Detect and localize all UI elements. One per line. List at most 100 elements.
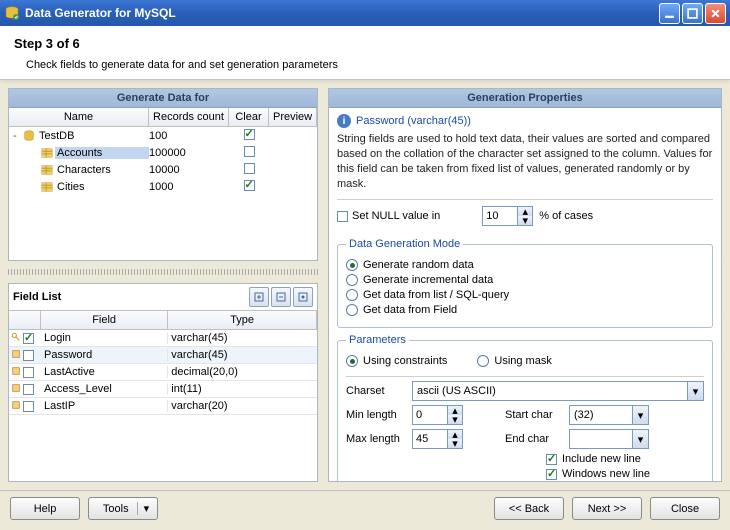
field-checkbox[interactable] (23, 333, 34, 344)
titlebar: Data Generator for MySQL (0, 0, 730, 26)
field-name: Password (41, 349, 168, 361)
tree-row[interactable]: - TestDB100 (9, 127, 317, 144)
col-name[interactable]: Name (9, 108, 149, 126)
maxlen-label: Max length (346, 433, 406, 445)
maxlen-spinner[interactable]: ▴▾ (412, 429, 463, 449)
col-clear[interactable]: Clear (229, 108, 269, 126)
mode-label: Generate incremental data (363, 274, 493, 286)
mode-label: Get data from Field (363, 304, 457, 316)
dropdown-icon: ▾ (687, 382, 703, 400)
help-button[interactable]: Help (10, 497, 80, 520)
tree-row[interactable]: Accounts100000 (9, 144, 317, 161)
clear-checkbox[interactable] (244, 129, 255, 140)
field-row[interactable]: Loginvarchar(45) (9, 330, 317, 347)
tree-records[interactable]: 10000 (149, 164, 229, 176)
null-percent-spinner[interactable]: ▴▾ (482, 206, 533, 226)
button-bar: Help Tools▾ << Back Next >> Close (0, 490, 730, 526)
field-checkbox[interactable] (23, 384, 34, 395)
minimize-button[interactable] (659, 3, 680, 24)
minlen-input[interactable] (413, 407, 447, 423)
tree-row[interactable]: Cities1000 (9, 178, 317, 195)
splitter[interactable] (8, 269, 318, 275)
field-tool-1[interactable] (249, 287, 269, 307)
field-row[interactable]: Access_Levelint(11) (9, 381, 317, 398)
step-banner: Step 3 of 6 Check fields to generate dat… (0, 26, 730, 80)
expand-icon[interactable]: - (9, 130, 21, 142)
field-name: LastIP (41, 400, 168, 412)
clear-checkbox[interactable] (244, 163, 255, 174)
param-mode-label: Using mask (494, 355, 551, 367)
clear-checkbox[interactable] (244, 180, 255, 191)
close-button[interactable] (705, 3, 726, 24)
col-field[interactable]: Field (41, 311, 168, 329)
window-title: Data Generator for MySQL (25, 6, 657, 20)
endchar-label: End char (505, 433, 563, 445)
mode-radio[interactable] (346, 259, 358, 271)
startchar-select[interactable]: (32) ▾ (569, 405, 649, 425)
field-checkbox[interactable] (23, 350, 34, 361)
table-icon (39, 163, 55, 177)
field-name: Login (41, 332, 168, 344)
field-row[interactable]: LastActivedecimal(20,0) (9, 364, 317, 381)
key-icon (11, 332, 21, 345)
endchar-select[interactable]: ▾ (569, 429, 649, 449)
maxlen-input[interactable] (413, 431, 447, 447)
next-button[interactable]: Next >> (572, 497, 642, 520)
charset-label: Charset (346, 385, 406, 397)
field-row[interactable]: Passwordvarchar(45) (9, 347, 317, 364)
col-records[interactable]: Records count (149, 108, 229, 126)
current-field-title: Password (varchar(45)) (356, 115, 471, 127)
minlen-label: Min length (346, 409, 406, 421)
null-label: Set NULL value in (352, 210, 440, 222)
param-mode-radio[interactable] (346, 355, 358, 367)
back-button[interactable]: << Back (494, 497, 564, 520)
parameters-legend: Parameters (346, 334, 409, 346)
field-checkbox[interactable] (23, 401, 34, 412)
param-mode-radio[interactable] (477, 355, 489, 367)
close-dialog-button[interactable]: Close (650, 497, 720, 520)
step-label: Step 3 of 6 (14, 36, 716, 51)
field-tool-2[interactable] (271, 287, 291, 307)
field-name: Access_Level (41, 383, 168, 395)
mode-radio[interactable] (346, 304, 358, 316)
tree-label: Cities (55, 181, 149, 193)
column-icon (11, 349, 21, 362)
field-list-title: Field List (13, 291, 249, 303)
mode-radio[interactable] (346, 274, 358, 286)
generation-mode-legend: Data Generation Mode (346, 238, 463, 250)
null-percent-input[interactable] (483, 208, 517, 224)
tree-records[interactable]: 100 (149, 130, 229, 142)
field-checkbox[interactable] (23, 367, 34, 378)
param-mode-label: Using constraints (363, 355, 447, 367)
col-preview[interactable]: Preview (269, 108, 317, 126)
tree-label: TestDB (37, 130, 149, 142)
generate-data-panel: Generate Data for Name Records count Cle… (8, 88, 318, 261)
field-grid-header: Field Type (9, 311, 317, 330)
null-suffix: % of cases (539, 210, 593, 222)
tools-button[interactable]: Tools▾ (88, 497, 158, 520)
minlen-spinner[interactable]: ▴▾ (412, 405, 463, 425)
field-row[interactable]: LastIPvarchar(20) (9, 398, 317, 415)
tree-records[interactable]: 1000 (149, 181, 229, 193)
null-checkbox[interactable] (337, 211, 348, 222)
col-type[interactable]: Type (168, 311, 317, 329)
tree-row[interactable]: Characters10000 (9, 161, 317, 178)
tree-records[interactable]: 100000 (149, 147, 229, 159)
column-icon (11, 400, 21, 413)
tree-header: Name Records count Clear Preview (9, 108, 317, 127)
windows-newline-checkbox[interactable] (546, 469, 557, 480)
mode-radio[interactable] (346, 289, 358, 301)
charset-select[interactable]: ascii (US ASCII) ▾ (412, 381, 704, 401)
tree-label: Characters (55, 164, 149, 176)
clear-checkbox[interactable] (244, 146, 255, 157)
tree-label: Accounts (55, 147, 149, 159)
generation-properties-panel: Generation Properties i Password (varcha… (328, 88, 722, 482)
include-newline-checkbox[interactable] (546, 454, 557, 465)
field-tool-3[interactable] (293, 287, 313, 307)
app-icon (4, 5, 20, 21)
tree-body: -TestDB100Accounts100000Characters10000C… (9, 127, 317, 260)
spin-down-icon[interactable]: ▾ (518, 216, 532, 225)
field-description: String fields are used to hold text data… (337, 132, 713, 191)
maximize-button[interactable] (682, 3, 703, 24)
include-newline-label: Include new line (562, 453, 641, 465)
